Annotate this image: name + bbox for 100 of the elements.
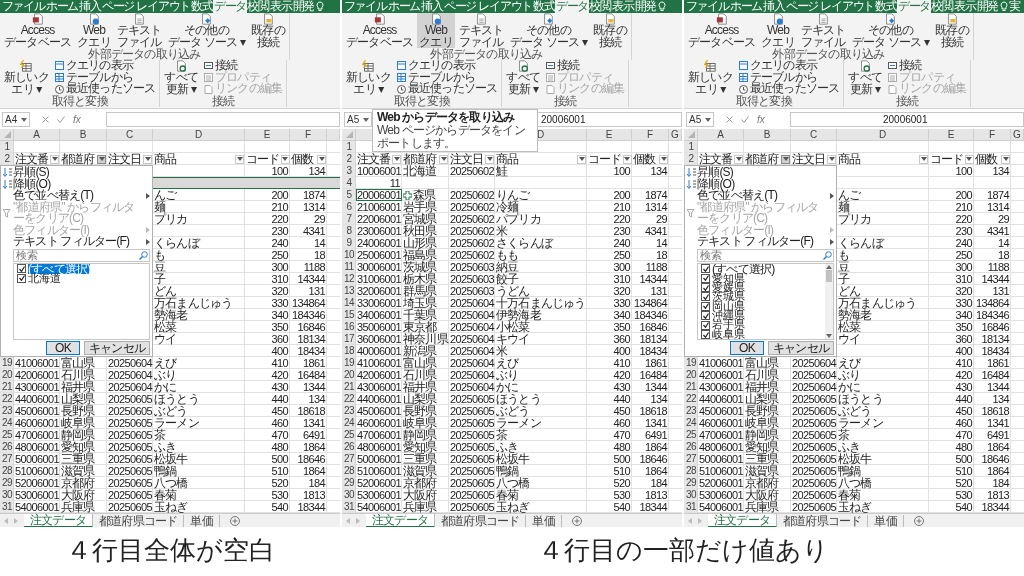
row-header[interactable]: 28 xyxy=(684,465,698,477)
row-header[interactable]: 28 xyxy=(342,465,356,477)
filter-button[interactable] xyxy=(577,154,586,164)
checkbox[interactable] xyxy=(701,264,710,273)
menu-item[interactable]: 昇順(S) xyxy=(687,167,834,179)
row-header[interactable]: 16 xyxy=(342,321,356,333)
list-item[interactable]: 愛媛県 xyxy=(712,282,745,293)
ribbon-tab[interactable]: データ xyxy=(555,0,589,13)
row-header[interactable]: 28 xyxy=(0,465,14,477)
ribbon-tab[interactable]: ページ レイアウト xyxy=(101,0,191,13)
checkbox[interactable] xyxy=(701,320,710,330)
row-header[interactable]: 30 xyxy=(0,489,14,501)
column-header[interactable]: C xyxy=(107,129,153,140)
row-header[interactable]: 31 xyxy=(684,501,698,513)
row-header[interactable]: 2 xyxy=(342,153,356,165)
filter-button[interactable] xyxy=(964,154,974,164)
ribbon-button[interactable]: すべて 更新 ▾ xyxy=(504,60,543,95)
menu-item[interactable]: 降順(O) xyxy=(687,178,834,190)
scrollbar-thumb[interactable] xyxy=(826,269,832,282)
ribbon-tab[interactable]: ファイル xyxy=(1,0,46,13)
ribbon-button[interactable]: Web クエリ xyxy=(417,13,455,48)
ribbon-button[interactable]: クエリの表示 xyxy=(738,60,840,72)
ribbon-button[interactable]: Access データベース xyxy=(344,13,416,48)
checkbox[interactable] xyxy=(17,273,26,283)
ribbon-button[interactable]: テキスト ファイル xyxy=(114,13,164,48)
row-header[interactable]: 20 xyxy=(684,369,698,381)
ribbon-tab[interactable]: ファイル xyxy=(685,0,730,13)
row-header[interactable]: 21 xyxy=(684,381,698,393)
row-header[interactable]: 1 xyxy=(0,141,14,153)
ribbon-button[interactable]: 最近使ったソース xyxy=(54,83,156,95)
row-header[interactable]: 2 xyxy=(684,153,698,165)
sheet-tab[interactable]: 単価 xyxy=(184,515,220,527)
ribbon-button[interactable]: 接続 xyxy=(204,60,283,72)
ribbon-button[interactable]: 新しいク エリ ▾ xyxy=(2,60,51,95)
list-item[interactable]: 岩手県 xyxy=(712,320,745,330)
row-header[interactable]: 21 xyxy=(342,381,356,393)
column-header[interactable]: G xyxy=(1011,129,1024,140)
ribbon-button[interactable]: 新しいク エリ ▾ xyxy=(344,60,393,95)
row-header[interactable]: 8 xyxy=(342,225,356,237)
ribbon-tab[interactable]: 表示 xyxy=(269,0,292,13)
filter-button[interactable] xyxy=(919,154,928,164)
row-header[interactable]: 19 xyxy=(0,357,14,369)
row-header[interactable]: 25 xyxy=(342,429,356,441)
search-icon[interactable] xyxy=(139,250,148,260)
dialog-button[interactable]: OK xyxy=(730,341,764,355)
filter-button[interactable] xyxy=(1001,154,1010,164)
cancel-icon[interactable] xyxy=(726,116,733,123)
filter-button[interactable] xyxy=(781,154,790,164)
menu-item[interactable]: テキスト フィルター(F) xyxy=(3,236,150,248)
search-field[interactable]: 検索 xyxy=(13,248,150,262)
check-icon[interactable] xyxy=(741,116,749,123)
checkbox[interactable] xyxy=(701,311,710,321)
row-header[interactable]: 14 xyxy=(342,297,356,309)
row-header[interactable]: 19 xyxy=(684,357,698,369)
sheet-tab[interactable]: 都道府県コード xyxy=(93,515,185,527)
filter-button[interactable] xyxy=(439,154,448,164)
ribbon-tab[interactable]: 数式 xyxy=(190,0,214,13)
row-header[interactable]: 24 xyxy=(684,417,698,429)
ribbon-tab[interactable]: データ xyxy=(897,0,931,13)
ribbon-tab[interactable]: 表示 xyxy=(611,0,634,13)
column-header[interactable]: E xyxy=(929,129,974,140)
ribbon-tab[interactable]: ページ レイアウト xyxy=(785,0,875,13)
row-header[interactable]: 5 xyxy=(342,189,356,201)
column-header[interactable]: A xyxy=(14,129,60,140)
row-header[interactable]: 26 xyxy=(684,441,698,453)
sheet-tab[interactable]: 注文データ xyxy=(24,514,93,527)
row-header[interactable]: 4 xyxy=(342,177,356,189)
row-header[interactable]: 22 xyxy=(0,393,14,405)
ribbon-button[interactable]: すべて 更新 ▾ xyxy=(162,60,201,95)
row-header[interactable]: 26 xyxy=(342,441,356,453)
checkbox[interactable] xyxy=(701,292,710,302)
filter-button[interactable] xyxy=(50,154,59,164)
row-header[interactable]: 30 xyxy=(684,489,698,501)
scroll-down-icon[interactable] xyxy=(826,334,832,338)
row-header[interactable]: 6 xyxy=(342,201,356,213)
ribbon-button[interactable]: Web クエリ xyxy=(75,13,113,48)
ribbon-tab[interactable]: データ xyxy=(213,0,247,13)
sheet-tab[interactable]: 注文データ xyxy=(708,514,777,527)
name-box[interactable]: A5 xyxy=(686,112,714,127)
row-header[interactable]: 1 xyxy=(684,141,698,153)
row-header[interactable]: 17 xyxy=(342,333,356,345)
row-header[interactable]: 21 xyxy=(0,381,14,393)
lightbulb-icon[interactable] xyxy=(999,1,1008,12)
column-header[interactable]: D xyxy=(837,129,929,140)
filter-button[interactable] xyxy=(97,154,106,164)
ribbon-tab[interactable]: 数式 xyxy=(532,0,556,13)
list-item[interactable]: 北海道 xyxy=(28,273,61,283)
filter-button[interactable] xyxy=(235,154,244,164)
row-header[interactable]: 10 xyxy=(342,249,356,261)
row-header[interactable]: 20 xyxy=(342,369,356,381)
row-header[interactable]: 2 xyxy=(0,153,14,165)
sheet-tab[interactable]: 注文データ xyxy=(366,514,435,527)
tell-me-field[interactable]: 実 xyxy=(1008,0,1021,13)
ribbon-tab[interactable]: 挿入 xyxy=(762,0,786,13)
name-box[interactable]: A5 xyxy=(344,112,372,127)
checkbox[interactable] xyxy=(701,301,710,311)
row-header[interactable]: 23 xyxy=(0,405,14,417)
row-header[interactable]: 29 xyxy=(684,477,698,489)
ribbon-tab[interactable]: 校閲 xyxy=(930,0,954,13)
column-header[interactable]: F xyxy=(974,129,1011,140)
